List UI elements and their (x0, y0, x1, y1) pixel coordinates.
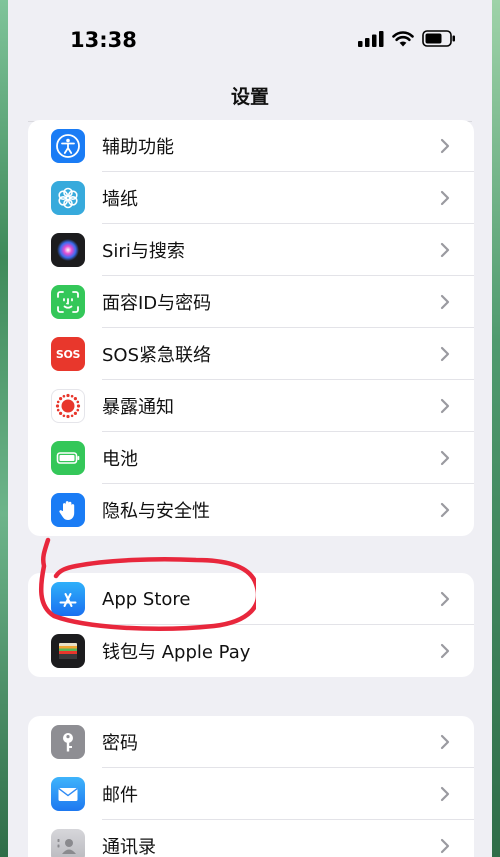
settings-row-label: 辅助功能 (102, 137, 174, 158)
settings-group-store: App Store 钱包与 Apple Pay (28, 573, 474, 677)
wallpaper-icon (51, 181, 85, 215)
chevron-right-icon (440, 346, 450, 362)
status-time: 13:38 (70, 28, 137, 52)
wifi-icon (392, 30, 414, 46)
settings-row-privacy[interactable]: 隐私与安全性 (28, 484, 474, 536)
page-title: 设置 (230, 86, 269, 108)
contacts-icon (51, 829, 85, 857)
face-id-icon (51, 285, 85, 319)
settings-row-siri[interactable]: Siri与搜索 (28, 224, 474, 276)
settings-row-label: App Store (102, 588, 191, 610)
settings-row-sos[interactable]: SOS SOS紧急联络 (28, 328, 474, 380)
settings-row-label: 墙纸 (102, 189, 138, 210)
chevron-right-icon (440, 294, 450, 310)
settings-row-wallet[interactable]: 钱包与 Apple Pay (28, 625, 474, 677)
chevron-right-icon (440, 734, 450, 750)
settings-row-battery[interactable]: 电池 (28, 432, 474, 484)
chevron-right-icon (440, 398, 450, 414)
wallet-icon (51, 634, 85, 668)
settings-row-accessibility[interactable]: 辅助功能 (28, 120, 474, 172)
sos-icon-text: SOS (55, 347, 81, 361)
app-store-icon (51, 582, 85, 616)
settings-group-apps: 密码 邮件 通讯录 (28, 716, 474, 857)
battery-icon (51, 441, 85, 475)
status-icons (358, 30, 456, 47)
settings-row-label: 邮件 (102, 785, 138, 806)
settings-row-label: SOS紧急联络 (102, 345, 212, 366)
chevron-right-icon (440, 242, 450, 258)
settings-row-mail[interactable]: 邮件 (28, 768, 474, 820)
settings-row-label: 暴露通知 (102, 397, 174, 418)
chevron-right-icon (440, 838, 450, 854)
settings-row-passwords[interactable]: 密码 (28, 716, 474, 768)
key-icon (51, 725, 85, 759)
chevron-right-icon (440, 190, 450, 206)
settings-row-label: 通讯录 (102, 837, 156, 857)
battery-status-icon (422, 30, 455, 47)
chevron-right-icon (440, 591, 450, 607)
settings-row-label: 电池 (102, 449, 138, 470)
settings-row-label: Siri与搜索 (102, 241, 185, 262)
cellular-signal-icon (358, 30, 384, 47)
settings-row-exposure-notifications[interactable]: 暴露通知 (28, 380, 474, 432)
settings-row-contacts[interactable]: 通讯录 (28, 820, 474, 857)
mail-icon (51, 777, 85, 811)
privacy-hand-icon (51, 493, 85, 527)
settings-row-label: 隐私与安全性 (102, 501, 210, 522)
status-bar: 13:38 (8, 0, 492, 80)
chevron-right-icon (440, 450, 450, 466)
settings-screen: 13:38 设置 辅助功能 墙纸 Siri与搜索 面容ID与密码 SOS SOS… (8, 0, 492, 857)
chevron-right-icon (440, 786, 450, 802)
chevron-right-icon (440, 138, 450, 154)
chevron-right-icon (440, 502, 450, 518)
sos-icon: SOS (51, 337, 85, 371)
settings-group-system: 辅助功能 墙纸 Siri与搜索 面容ID与密码 SOS SOS紧急联络 暴露通知… (28, 120, 474, 536)
settings-row-app-store[interactable]: App Store (28, 573, 474, 625)
accessibility-icon (51, 129, 85, 163)
chevron-right-icon (440, 643, 450, 659)
exposure-notification-icon (51, 389, 85, 423)
settings-row-label: 钱包与 Apple Pay (102, 642, 251, 663)
settings-row-label: 密码 (102, 733, 138, 754)
settings-row-label: 面容ID与密码 (102, 293, 212, 314)
settings-row-face-id[interactable]: 面容ID与密码 (28, 276, 474, 328)
siri-icon (51, 233, 85, 267)
settings-row-wallpaper[interactable]: 墙纸 (28, 172, 474, 224)
